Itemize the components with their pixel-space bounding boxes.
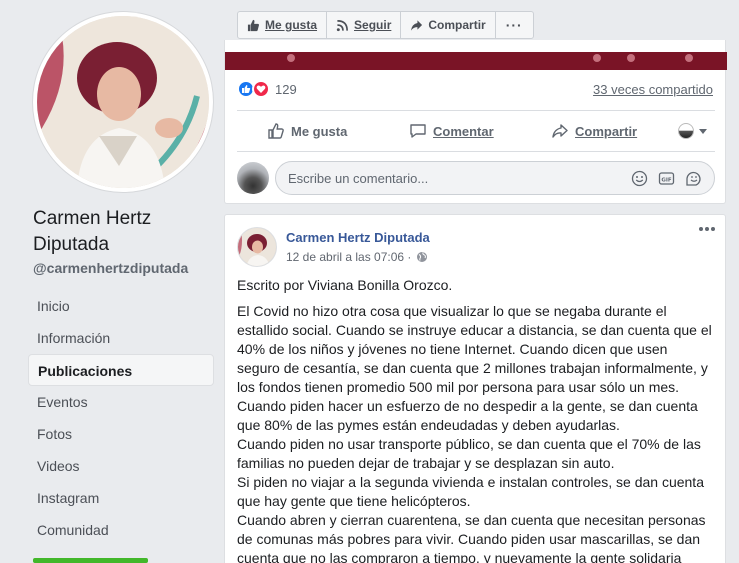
comment-composer: Escribe un comentario... GIF (237, 160, 715, 196)
create-button-edge[interactable] (33, 558, 148, 563)
like-button[interactable]: Me gusta (267, 122, 347, 140)
page-handle: @carmenhertzdiputada (33, 260, 189, 276)
author-avatar[interactable] (237, 227, 277, 267)
author-avatar-illustration (238, 228, 276, 266)
previous-post-card: 129 33 veces compartido Me gusta Comenta… (224, 40, 727, 204)
post-line: Si piden no viajar a la segunda vivienda… (237, 474, 704, 490)
comment-placeholder: Escribe un comentario... (288, 170, 429, 186)
sidebar-item-fotos[interactable]: Fotos (28, 418, 214, 450)
post-line: que hay gente que tiene helicópteros. (237, 493, 471, 509)
page-title[interactable]: Carmen Hertz Diputada (33, 206, 218, 258)
reaction-count: 129 (275, 81, 297, 97)
share-button-label: Compartir (575, 123, 638, 139)
post-line: seguro de cesantía, se dan cuenta que 2 … (237, 360, 708, 376)
viewer-avatar-large (237, 162, 269, 194)
post-author-link[interactable]: Carmen Hertz Diputada (286, 230, 430, 245)
gif-icon[interactable]: GIF (658, 170, 675, 190)
post-body: El Covid no hizo otra cosa que visualiza… (237, 302, 717, 563)
reaction-summary[interactable]: 129 (237, 80, 297, 98)
follow-button[interactable]: Seguir (326, 11, 402, 39)
comment-input[interactable]: Escribe un comentario... GIF (275, 161, 715, 195)
shares-count-link[interactable]: 33 veces compartido (593, 82, 713, 97)
emoji-icon[interactable] (631, 170, 648, 190)
share-button[interactable]: Compartir (551, 122, 637, 140)
post-line: que 80% de las pymes están endeudadas y … (237, 417, 620, 433)
page-share-label: Compartir (428, 18, 486, 32)
globe-icon (416, 251, 428, 263)
sidebar-nav: Inicio Información Publicaciones Eventos… (28, 290, 214, 546)
page-share-button[interactable]: Compartir (400, 11, 496, 39)
sidebar-item-comunidad[interactable]: Comunidad (28, 514, 214, 546)
comment-button-label: Comentar (433, 123, 494, 139)
post-line: de comunas más pobres para vivir. Cuando… (237, 531, 701, 547)
follow-label: Seguir (354, 18, 392, 32)
more-options-button[interactable]: ··· (494, 11, 534, 39)
video-preview[interactable] (225, 52, 727, 70)
sidebar-item-videos[interactable]: Videos (28, 450, 214, 482)
profile-picture[interactable] (33, 12, 213, 192)
like-button-label: Me gusta (291, 123, 348, 139)
post-line: 40% de los niños y jóvenes no tiene Inte… (237, 341, 668, 357)
thumbs-up-icon (267, 122, 285, 140)
comment-button[interactable]: Comentar (409, 122, 494, 140)
post-timestamp[interactable]: 12 de abril a las 07:06 · (286, 250, 428, 264)
rss-icon (336, 19, 349, 32)
viewer-avatar (678, 123, 694, 139)
post-card: Carmen Hertz Diputada 12 de abril a las … (224, 214, 726, 563)
sticker-icon[interactable] (685, 170, 702, 190)
page-action-bar: Me gusta Seguir Compartir ··· (237, 11, 534, 39)
post-line: estallido social. Cuando se instruye edu… (237, 322, 712, 338)
love-reaction-icon (252, 80, 270, 98)
post-as-selector[interactable] (678, 123, 707, 139)
post-line: Cuando piden no usar transporte público,… (237, 436, 701, 452)
page-sidebar: Carmen Hertz Diputada @carmenhertzdiputa… (0, 0, 222, 563)
thumbs-up-icon (247, 19, 260, 32)
share-arrow-icon (551, 122, 569, 140)
post-options-button[interactable] (699, 227, 715, 231)
post-action-bar: Me gusta Comentar Compartir (237, 110, 715, 152)
sidebar-item-instagram[interactable]: Instagram (28, 482, 214, 514)
post-line: los fondos tienen promedio 500 mil por p… (237, 379, 680, 395)
post-line: cuenta que no las compraron a tiempo, y … (237, 550, 682, 563)
more-dots-icon: ··· (505, 17, 523, 33)
share-arrow-icon (410, 19, 423, 32)
svg-text:GIF: GIF (661, 178, 672, 184)
caret-down-icon (699, 128, 707, 134)
post-line: El Covid no hizo otra cosa que visualiza… (237, 303, 667, 319)
post-line: familias no pueden dejar de trabajar y s… (237, 455, 615, 471)
sidebar-item-informacion[interactable]: Información (28, 322, 214, 354)
profile-photo-illustration (37, 16, 209, 188)
sidebar-item-eventos[interactable]: Eventos (28, 386, 214, 418)
comment-bubble-icon (409, 122, 427, 140)
page-like-button[interactable]: Me gusta (237, 11, 328, 39)
sidebar-item-inicio[interactable]: Inicio (28, 290, 214, 322)
sidebar-item-publicaciones[interactable]: Publicaciones (28, 354, 214, 386)
post-line: Cuando abren y cierran cuarentena, se da… (237, 512, 706, 528)
page-like-label: Me gusta (265, 18, 318, 32)
post-line: Cuando piden hacer un esfuerzo de no des… (237, 398, 698, 414)
post-intro: Escrito por Viviana Bonilla Orozco. (237, 277, 453, 293)
post-timestamp-text: 12 de abril a las 07:06 · (286, 250, 412, 264)
